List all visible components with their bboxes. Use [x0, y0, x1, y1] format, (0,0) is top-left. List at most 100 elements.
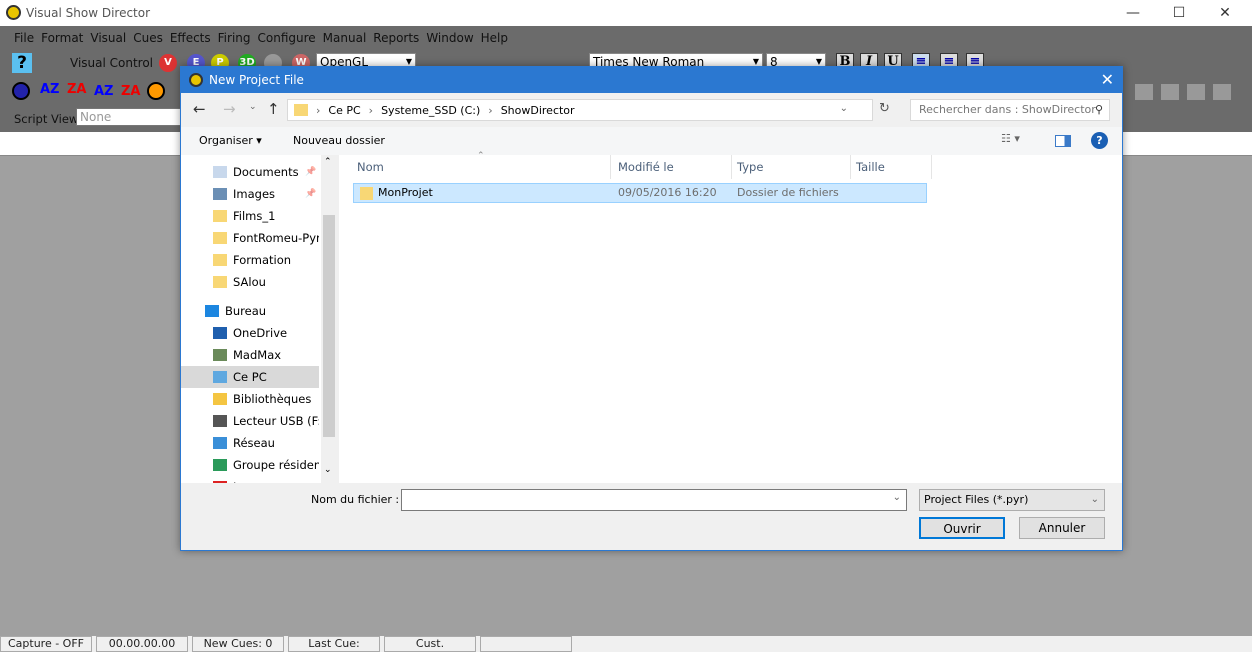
nav-item[interactable]: FontRomeu-Pyr — [181, 227, 319, 249]
breadcrumb-showdirector[interactable]: ShowDirector — [501, 104, 575, 117]
nav-item[interactable]: Groupe résidenti — [181, 454, 319, 476]
column-modified[interactable]: Modifié le — [614, 155, 732, 179]
app-title: Visual Show Director — [26, 6, 151, 20]
command-bar: Organiser ▾ Nouveau dossier ☷ ▾ ? — [181, 127, 1122, 155]
folder-icon — [213, 210, 227, 222]
help-icon[interactable]: ? — [12, 53, 32, 73]
visual-v-icon[interactable]: V — [159, 54, 177, 72]
nav-item[interactable]: SAlou — [181, 271, 319, 293]
filename-label: Nom du fichier : — [311, 493, 400, 506]
address-bar[interactable]: › Ce PC › Systeme_SSD (C:) › ShowDirecto… — [287, 99, 873, 121]
menu-firing[interactable]: Firing — [218, 31, 251, 45]
menu-visual[interactable]: Visual — [90, 31, 126, 45]
organize-button[interactable]: Organiser ▾ — [199, 134, 262, 147]
scroll-down-icon[interactable]: ⌄ — [324, 465, 332, 475]
column-size[interactable]: Taille — [852, 155, 932, 179]
usb-drive-icon — [213, 415, 227, 427]
breadcrumb-separator: › — [316, 103, 321, 117]
fire-icon[interactable] — [147, 82, 165, 100]
nav-item[interactable]: Ce PC — [181, 366, 319, 388]
nav-item[interactable]: Films_1 — [181, 205, 319, 227]
maximize-button[interactable]: ☐ — [1156, 0, 1202, 26]
breadcrumb-drive[interactable]: Systeme_SSD (C:) — [381, 104, 480, 117]
nav-item-label: Réseau — [233, 436, 275, 450]
nav-scrollbar[interactable]: ⌃ ⌄ — [321, 155, 337, 483]
file-row[interactable]: MonProjet 09/05/2016 16:20 Dossier de fi… — [353, 183, 927, 203]
up-arrow-icon[interactable]: ↑ — [267, 100, 280, 118]
file-name: MonProjet — [378, 186, 433, 199]
status-timecode: 00.00.00.00 — [96, 636, 188, 652]
cancel-button[interactable]: Annuler — [1019, 517, 1105, 539]
folder-icon — [213, 254, 227, 266]
menu-help[interactable]: Help — [481, 31, 508, 45]
view-options-icon[interactable]: ☷ ▾ — [1001, 132, 1020, 145]
forward-arrow-icon[interactable]: → — [223, 100, 236, 118]
breadcrumb-ce-pc[interactable]: Ce PC — [328, 104, 360, 117]
menu-manual[interactable]: Manual — [323, 31, 367, 45]
documents-icon — [213, 166, 227, 178]
column-name[interactable]: Nom — [353, 155, 611, 179]
help-icon[interactable]: ? — [1091, 132, 1108, 149]
computer-icon — [213, 371, 227, 383]
menu-cues[interactable]: Cues — [133, 31, 163, 45]
nav-item-label: Ce PC — [233, 370, 267, 384]
nav-item-label: Formation — [233, 253, 292, 267]
recent-chevron-icon[interactable]: ⌄ — [249, 102, 257, 112]
user-icon — [213, 349, 227, 361]
nav-item-label: Bibliothèques — [233, 392, 312, 406]
search-input[interactable]: Rechercher dans : ShowDirector ⚲ — [910, 99, 1110, 121]
nav-item[interactable]: MadMax — [181, 344, 319, 366]
menu-configure[interactable]: Configure — [258, 31, 316, 45]
nav-item-label: MadMax — [233, 348, 282, 362]
open-button[interactable]: Ouvrir — [919, 517, 1005, 539]
nav-item-label: Groupe résidenti — [233, 458, 319, 472]
file-type-filter[interactable]: Project Files (*.pyr) ⌄ — [919, 489, 1105, 511]
folder-icon — [294, 104, 308, 116]
nav-item[interactable]: Réseau — [181, 432, 319, 454]
menu-reports[interactable]: Reports — [373, 31, 419, 45]
sort-za-icon[interactable]: ZA — [67, 82, 87, 97]
target-icon[interactable] — [12, 82, 30, 100]
address-dropdown-icon[interactable]: ⌄ — [840, 103, 848, 114]
sort-az-flat-icon[interactable]: AZ — [94, 84, 114, 99]
menu-bar: File Format Visual Cues Effects Firing C… — [0, 26, 1252, 50]
menu-effects[interactable]: Effects — [170, 31, 211, 45]
nav-item[interactable]: OneDrive — [181, 322, 319, 344]
preview-pane-icon[interactable] — [1055, 135, 1071, 147]
menu-file[interactable]: File — [14, 31, 34, 45]
filename-input[interactable]: ⌄ — [401, 489, 907, 511]
pin-icon[interactable]: 📌 — [305, 189, 316, 199]
menu-format[interactable]: Format — [41, 31, 83, 45]
sort-az-icon[interactable]: AZ — [40, 82, 60, 97]
menu-window[interactable]: Window — [426, 31, 473, 45]
nav-item[interactable]: Bureau — [181, 300, 319, 322]
nav-item[interactable]: Lecteur USB (F:) — [181, 410, 319, 432]
disabled-tools-icon — [1135, 84, 1235, 100]
nav-item-label: FontRomeu-Pyr — [233, 231, 319, 245]
script-view-value: None — [80, 110, 112, 124]
search-placeholder: Rechercher dans : ShowDirector — [919, 103, 1096, 116]
breadcrumb-separator: › — [368, 103, 374, 117]
nav-item-label: OneDrive — [233, 326, 288, 340]
pin-icon[interactable]: 📌 — [305, 167, 316, 177]
nav-item[interactable]: Images 📌 — [181, 183, 319, 205]
nav-item[interactable]: Formation — [181, 249, 319, 271]
dialog-close-icon[interactable]: ✕ — [1101, 70, 1114, 89]
nav-item[interactable]: Documents 📌 — [181, 161, 319, 183]
sort-za-flat-icon[interactable]: ZA — [121, 84, 141, 99]
new-folder-button[interactable]: Nouveau dossier — [293, 134, 385, 147]
nav-item[interactable]: Jeux — [181, 476, 319, 483]
chevron-down-icon: ⌄ — [892, 492, 901, 503]
column-type[interactable]: Type — [733, 155, 851, 179]
minimize-button[interactable]: — — [1110, 0, 1156, 26]
script-view-input[interactable]: None — [76, 108, 186, 126]
nav-item[interactable]: Bibliothèques — [181, 388, 319, 410]
scroll-thumb[interactable] — [323, 215, 335, 437]
close-button[interactable]: ✕ — [1202, 0, 1248, 26]
visual-control-label[interactable]: Visual Control — [70, 56, 153, 70]
back-arrow-icon[interactable]: ← — [193, 100, 206, 118]
app-logo-icon — [6, 5, 21, 20]
refresh-icon[interactable]: ↻ — [879, 101, 890, 116]
scroll-up-icon[interactable]: ⌃ — [324, 157, 332, 167]
new-project-dialog: New Project File ✕ ← → ⌄ ↑ › Ce PC › Sys… — [180, 66, 1123, 551]
